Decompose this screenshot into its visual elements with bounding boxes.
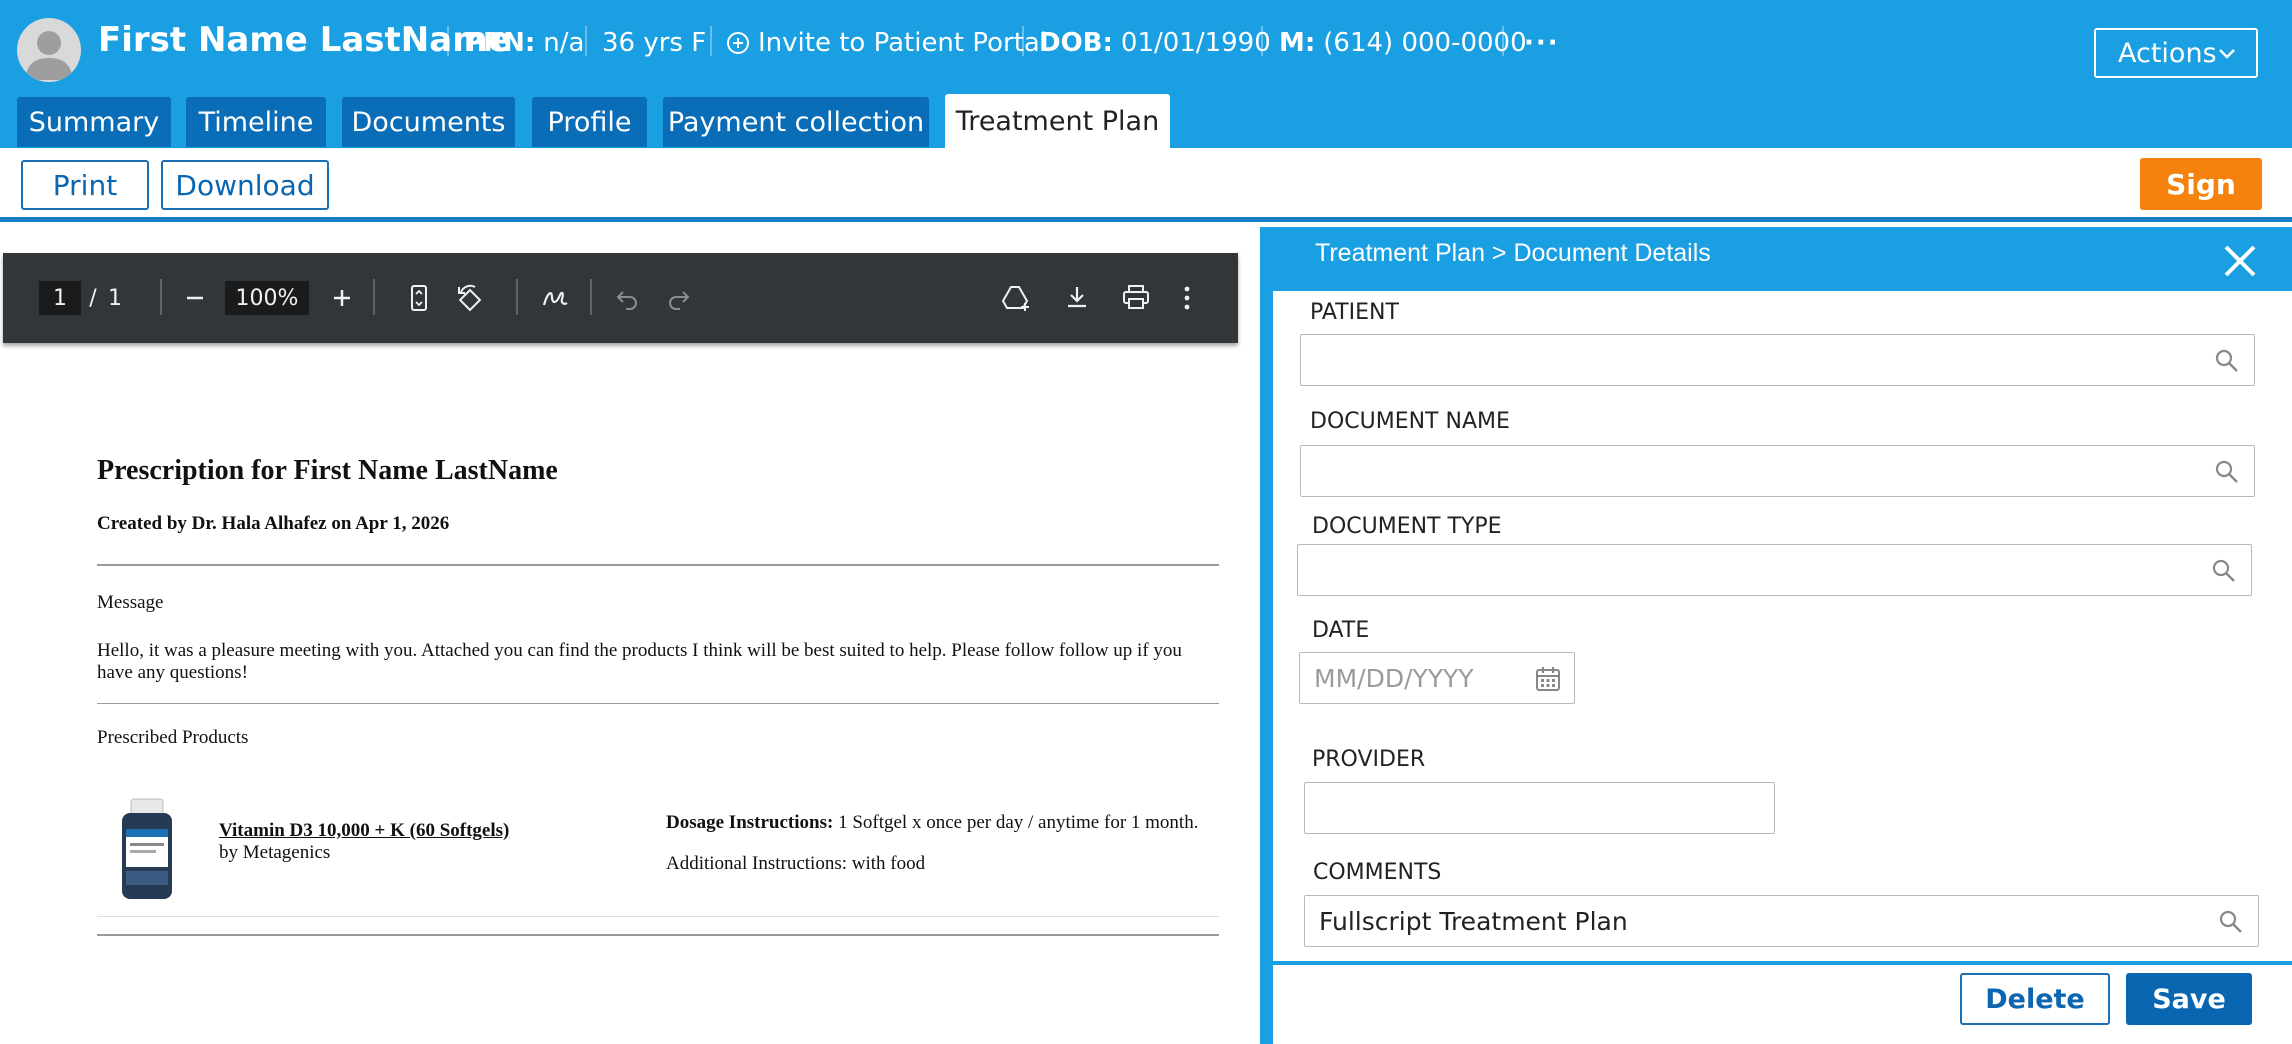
toolbar-divider [160,279,162,315]
document-type-input[interactable] [1297,544,2252,596]
mobile-label: M: [1279,28,1316,58]
more-vertical-icon[interactable] [1181,285,1193,311]
more-options-button[interactable]: ··· [1524,26,1560,60]
document-toolbar: Print Download Sign [0,148,2292,222]
tab-documents[interactable]: Documents [342,97,515,147]
document-details-form: PATIENT DOCUMENT NAME DOCUMENT TYPE DATE… [1273,291,2292,961]
calendar-icon[interactable] [1534,665,1562,693]
document-title: Prescription for First Name LastName [97,455,558,486]
redo-icon[interactable] [666,285,692,311]
date-placeholder: MM/DD/YYYY [1314,663,1474,693]
patient-header: First Name LastName PRN: n/a 36 yrs F In… [0,0,2292,148]
sign-button[interactable]: Sign [2140,158,2262,210]
fit-page-icon[interactable] [405,283,433,313]
header-divider [1022,26,1024,56]
avatar [17,18,81,82]
search-icon [2215,349,2238,372]
mobile-info: M: (614) 000-0000 [1279,26,1527,60]
page-total: 1 [108,285,122,311]
comments-value: Fullscript Treatment Plan [1319,906,1628,936]
pdf-viewer-toolbar: 1 / 1 100% [3,253,1238,343]
mobile-value: (614) 000-0000 [1323,28,1527,58]
document-created-by: Created by Dr. Hala Alhafez on Apr 1, 20… [97,513,450,534]
add-to-drive-icon[interactable] [1000,283,1032,313]
product-brand: by Metagenics [219,842,331,863]
undo-icon[interactable] [614,285,640,311]
toolbar-divider [373,279,375,315]
document-type-label: DOCUMENT TYPE [1312,514,1502,539]
product-bottle-image [122,798,172,899]
document-name-label: DOCUMENT NAME [1310,409,1510,434]
search-icon [2219,910,2242,933]
search-icon [2215,460,2238,483]
dosage-value: 1 Softgel x once per day / anytime for 1… [838,812,1199,833]
download-icon[interactable] [1063,283,1091,311]
divider [97,934,1219,936]
age-sex: 36 yrs F [602,28,707,58]
dosage-instructions: Dosage Instructions: 1 Softgel x once pe… [666,812,1198,834]
document-details-panel: Treatment Plan > Document Details PATIEN… [1260,227,2292,1044]
date-input[interactable]: MM/DD/YYYY [1299,652,1575,704]
header-divider [1502,26,1504,56]
chevron-down-icon [2219,49,2235,59]
tab-profile[interactable]: Profile [532,97,647,147]
zoom-out-icon[interactable] [182,287,208,309]
tab-summary[interactable]: Summary [17,97,171,147]
invite-portal-label: Invite to Patient Portal [758,28,1048,58]
provider-input[interactable] [1304,782,1775,834]
pdf-viewer: 1 / 1 100% Prescription for First Name L… [0,227,1260,1044]
additional-instructions: Additional Instructions: with food [666,853,926,874]
divider [97,703,1219,704]
plus-circle-icon [727,32,749,54]
avatar-person-icon [25,31,73,80]
rotate-icon[interactable] [455,283,485,313]
toolbar-divider [590,279,592,315]
invite-portal-link[interactable]: Invite to Patient Portal [726,26,1047,60]
message-heading: Message [97,592,164,613]
patient-label: PATIENT [1310,300,1399,325]
provider-label: PROVIDER [1312,747,1426,772]
product-name-link[interactable]: Vitamin D3 10,000 + K (60 Softgels) [219,820,509,842]
document-name-input[interactable] [1300,445,2255,497]
date-label: DATE [1312,618,1370,643]
comments-label: COMMENTS [1313,860,1442,885]
page-number-input[interactable]: 1 [39,281,81,315]
actions-label: Actions [2118,37,2217,69]
comments-input[interactable]: Fullscript Treatment Plan [1304,895,2259,947]
search-icon [2212,559,2235,582]
header-divider [1261,26,1263,56]
panel-footer: Delete Save [1273,965,2292,1044]
prn-label: PRN: [464,28,536,58]
dob-value: 01/01/1990 [1120,28,1271,58]
patient-search-input[interactable] [1300,334,2255,386]
zoom-in-icon[interactable] [329,285,355,311]
divider [97,916,1219,917]
header-divider [710,26,712,56]
download-button[interactable]: Download [161,160,329,210]
close-icon[interactable] [2220,241,2260,281]
page-separator: / [89,285,97,311]
print-icon[interactable] [1121,283,1151,311]
dosage-label: Dosage Instructions: [666,812,834,833]
tab-treatment-plan[interactable]: Treatment Plan [945,94,1170,148]
message-body: Hello, it was a pleasure meeting with yo… [97,640,1182,683]
header-divider [447,26,449,56]
panel-title: Treatment Plan > Document Details [1315,239,1711,267]
tab-payment-collection[interactable]: Payment collection [663,97,929,147]
toolbar-divider [516,279,518,315]
header-divider [585,26,587,56]
zoom-input[interactable]: 100% [225,281,309,315]
annotate-pen-icon[interactable] [540,283,570,313]
prn-info: PRN: n/a [464,26,584,60]
save-button[interactable]: Save [2126,973,2252,1025]
divider [97,564,1219,566]
delete-button[interactable]: Delete [1960,973,2110,1025]
dob-info: DOB: 01/01/1990 [1039,26,1271,60]
prn-value: n/a [543,28,585,58]
tab-timeline[interactable]: Timeline [186,97,326,147]
actions-dropdown[interactable]: Actions [2094,28,2258,78]
dob-label: DOB: [1039,28,1113,58]
products-heading: Prescribed Products [97,727,249,748]
print-button[interactable]: Print [21,160,149,210]
